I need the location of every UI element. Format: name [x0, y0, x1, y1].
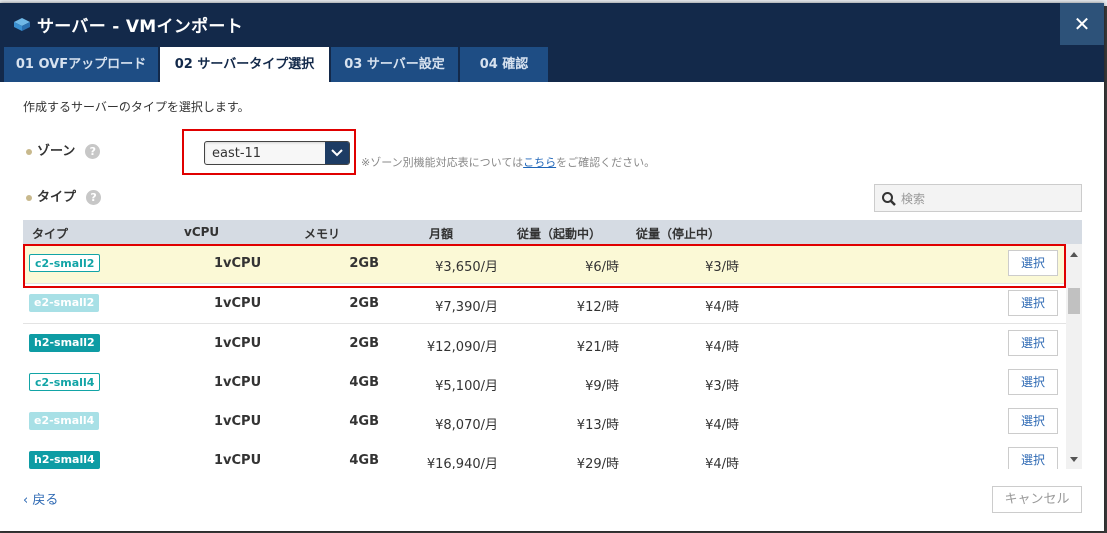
type-badge: h2-small2 [29, 334, 100, 352]
type-label: タイプ [37, 190, 77, 205]
stopped-cell: ¥4/時 [705, 300, 739, 315]
type-badge: c2-small4 [29, 373, 101, 391]
select-button[interactable]: 選択 [1008, 250, 1058, 276]
type-badge: c2-small2 [29, 254, 101, 272]
table-row[interactable]: h2-small2 1vCPU 2GB ¥12,090/月 ¥21/時 ¥4/時… [23, 324, 1066, 364]
close-button[interactable]: ✕ [1060, 3, 1104, 45]
table-row[interactable]: c2-small4 1vCPU 4GB ¥5,100/月 ¥9/時 ¥3/時 選… [23, 363, 1066, 403]
monthly-cell: ¥16,940/月 [426, 457, 498, 469]
select-button[interactable]: 選択 [1008, 447, 1058, 469]
scroll-thumb[interactable] [1068, 288, 1080, 314]
dialog-title: サーバー - VMインポート [37, 17, 243, 37]
memory-cell: 4GB [349, 414, 379, 429]
column-header-monthly: 月額 [429, 227, 454, 241]
vcpu-cell: 1vCPU [214, 453, 262, 468]
table-row[interactable]: h2-small4 1vCPU 4GB ¥16,940/月 ¥29/時 ¥4/時… [23, 441, 1066, 469]
running-cell: ¥21/時 [576, 340, 619, 355]
table-row[interactable]: c2-small2 1vCPU 2GB ¥3,650/月 ¥6/時 ¥3/時 選… [23, 244, 1066, 284]
stopped-cell: ¥4/時 [705, 457, 739, 469]
running-cell: ¥13/時 [576, 418, 619, 433]
wizard-tabs: 01 OVFアップロード 02 サーバータイプ選択 03 サーバー設定 04 確… [0, 45, 1104, 82]
memory-cell: 2GB [349, 256, 379, 271]
stopped-cell: ¥3/時 [705, 379, 739, 394]
server-icon [14, 18, 30, 31]
dialog-titlebar: サーバー - VMインポート ✕ [0, 3, 1104, 45]
running-cell: ¥9/時 [585, 379, 619, 394]
bullet-icon [26, 194, 32, 201]
stopped-cell: ¥3/時 [705, 260, 739, 275]
running-cell: ¥12/時 [576, 300, 619, 315]
type-label-group: タイプ? [26, 186, 102, 205]
tab-server-settings[interactable]: 03 サーバー設定 [331, 47, 458, 82]
running-cell: ¥29/時 [576, 457, 619, 469]
type-badge: h2-small4 [29, 451, 100, 469]
search-input[interactable] [899, 188, 1081, 210]
zone-note: ※ゾーン別機能対応表についてはこちらをご確認ください。 [361, 154, 655, 170]
scroll-up-arrow-icon[interactable] [1070, 252, 1078, 257]
tab-server-type[interactable]: 02 サーバータイプ選択 [160, 47, 329, 82]
vcpu-cell: 1vCPU [214, 414, 262, 429]
select-button[interactable]: 選択 [1008, 408, 1058, 434]
column-header-vcpu: vCPU [184, 225, 220, 239]
zone-note-suffix: をご確認ください。 [556, 156, 656, 169]
memory-cell: 2GB [349, 296, 379, 311]
monthly-cell: ¥8,070/月 [435, 418, 498, 433]
search-icon [882, 192, 896, 206]
table-row[interactable]: e2-small4 1vCPU 4GB ¥8,070/月 ¥13/時 ¥4/時 … [23, 402, 1066, 442]
bullet-icon [26, 148, 32, 155]
help-icon[interactable]: ? [86, 190, 102, 205]
type-badge: e2-small4 [29, 412, 100, 430]
zone-note-prefix: ※ゾーン別機能対応表については [361, 156, 524, 169]
zone-select-value: east-11 [212, 146, 262, 161]
monthly-cell: ¥5,100/月 [435, 379, 498, 394]
zone-note-link[interactable]: こちら [523, 156, 556, 169]
zone-label: ゾーン [37, 144, 76, 159]
tab-confirm[interactable]: 04 確認 [460, 47, 548, 82]
vcpu-cell: 1vCPU [214, 296, 262, 311]
intro-text: 作成するサーバーのタイプを選択します。 [23, 100, 250, 114]
back-link[interactable]: ‹ 戻る [23, 489, 58, 508]
monthly-cell: ¥3,650/月 [435, 260, 498, 275]
running-cell: ¥6/時 [585, 260, 619, 275]
table-scrollbar[interactable] [1066, 244, 1082, 469]
cancel-button[interactable]: キャンセル [992, 486, 1082, 513]
vcpu-cell: 1vCPU [214, 336, 262, 351]
vm-import-dialog: サーバー - VMインポート ✕ 01 OVFアップロード 02 サーバータイプ… [0, 3, 1104, 531]
memory-cell: 2GB [349, 336, 379, 351]
scroll-down-arrow-icon[interactable] [1070, 457, 1078, 462]
zone-select[interactable]: east-11 [204, 141, 350, 165]
tab-ovf-upload[interactable]: 01 OVFアップロード [4, 47, 158, 82]
type-badge: e2-small2 [29, 294, 100, 312]
monthly-cell: ¥7,390/月 [435, 300, 498, 315]
zone-label-group: ゾーン? [26, 140, 101, 159]
select-button[interactable]: 選択 [1008, 290, 1058, 316]
column-header-running: 従量（起動中） [517, 227, 602, 241]
column-header-stopped: 従量（停止中） [636, 227, 721, 241]
select-button[interactable]: 選択 [1008, 369, 1058, 395]
memory-cell: 4GB [349, 453, 379, 468]
column-header-type: タイプ [32, 227, 69, 241]
monthly-cell: ¥12,090/月 [426, 340, 498, 355]
help-icon[interactable]: ? [85, 144, 101, 159]
stopped-cell: ¥4/時 [705, 418, 739, 433]
table-row[interactable]: e2-small2 1vCPU 2GB ¥7,390/月 ¥12/時 ¥4/時 … [23, 284, 1066, 324]
type-table: c2-small2 1vCPU 2GB ¥3,650/月 ¥6/時 ¥3/時 選… [23, 244, 1066, 469]
select-button[interactable]: 選択 [1008, 330, 1058, 356]
stopped-cell: ¥4/時 [705, 340, 739, 355]
search-box[interactable] [874, 184, 1082, 212]
chevron-down-icon[interactable] [325, 142, 349, 164]
vcpu-cell: 1vCPU [214, 256, 262, 271]
memory-cell: 4GB [349, 375, 379, 390]
table-header: タイプ vCPU メモリ 月額 従量（起動中） 従量（停止中） [23, 220, 1082, 244]
column-header-memory: メモリ [304, 227, 341, 241]
vcpu-cell: 1vCPU [214, 375, 262, 390]
